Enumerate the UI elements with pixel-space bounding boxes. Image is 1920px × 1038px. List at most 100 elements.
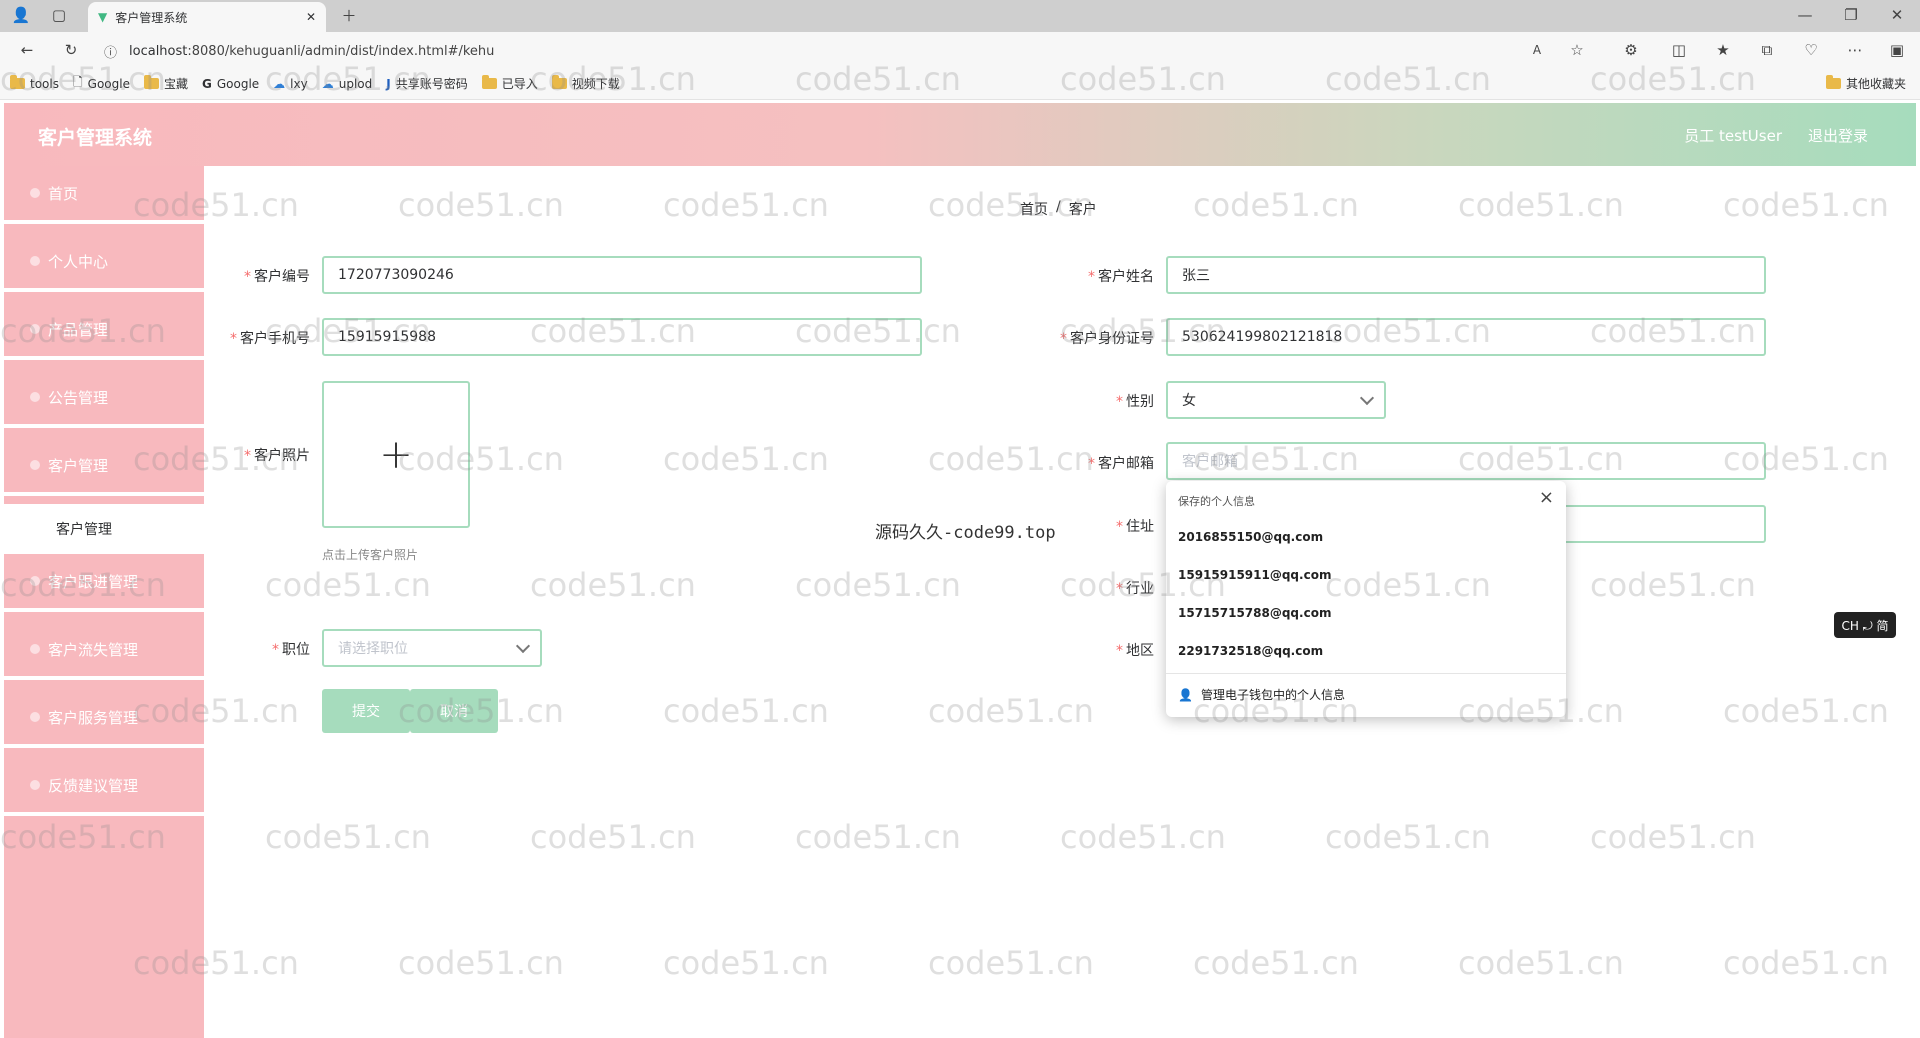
submit-button[interactable]: 提交	[322, 689, 410, 733]
sidebar-item-profile[interactable]: 个人中心	[4, 234, 204, 292]
watermark-text: code51.cn	[663, 440, 829, 478]
upload-tip: 点击上传客户照片	[322, 548, 419, 562]
tab-title: 客户管理系统	[115, 10, 188, 25]
close-tab-icon[interactable]: ✕	[306, 10, 316, 24]
watermark-text: code51.cn	[1325, 818, 1491, 856]
autofill-popup: 保存的个人信息 × 2016855150@qq.com 15915915911@…	[1166, 481, 1566, 717]
menu-icon	[30, 712, 40, 722]
overlay-watermark-text: 源码久久-code99.top	[875, 523, 1056, 543]
sidebar-item-notices[interactable]: 公告管理	[4, 370, 204, 428]
autofill-email-item[interactable]: 2291732518@qq.com	[1178, 644, 1323, 658]
submenu-customer-management[interactable]: 客户管理	[4, 504, 204, 554]
idcard-input[interactable]: 530624199802121818	[1166, 318, 1766, 356]
code-input[interactable]: 1720773090246	[322, 256, 922, 294]
current-user: 员工 testUser	[1684, 127, 1782, 145]
email-input[interactable]: 客户邮箱	[1166, 442, 1766, 480]
menu-icon	[30, 460, 40, 470]
autofill-email-item[interactable]: 15715715788@qq.com	[1178, 606, 1331, 620]
autofill-email-item[interactable]: 15915915911@qq.com	[1178, 568, 1331, 582]
folder-icon	[551, 75, 567, 89]
ime-indicator[interactable]: CH ⤾ 简	[1834, 612, 1896, 638]
watermark-text: code51.cn	[1458, 186, 1624, 224]
gender-select[interactable]: 女	[1166, 381, 1386, 419]
sidebar-item-churn[interactable]: 客户流失管理	[4, 622, 204, 680]
menu-icon	[30, 324, 40, 334]
browser-essentials-icon[interactable]: ♡	[1800, 39, 1822, 61]
back-icon[interactable]: ←	[16, 39, 38, 61]
plus-icon: +	[379, 431, 413, 478]
watermark-text: code51.cn	[265, 566, 431, 604]
close-icon[interactable]: ×	[1539, 487, 1554, 508]
watermark-text: code51.cn	[928, 692, 1094, 730]
manage-wallet-link[interactable]: 👤 管理电子钱包中的个人信息	[1178, 686, 1345, 703]
tab-actions-icon[interactable]: ▢	[48, 4, 70, 26]
menu-icon	[30, 392, 40, 402]
name-input[interactable]: 张三	[1166, 256, 1766, 294]
bookmark-tools[interactable]: tools	[10, 75, 59, 91]
photo-label: * 客户照片	[244, 448, 310, 464]
gender-label: * 性别	[1116, 394, 1154, 410]
watermark-text: code51.cn	[928, 944, 1094, 982]
cloud-icon: ☁	[273, 76, 286, 91]
minimize-icon[interactable]: —	[1794, 4, 1816, 26]
sidebar-item-products[interactable]: 产品管理	[4, 302, 204, 360]
photo-upload-box[interactable]: +	[322, 381, 470, 528]
logout-link[interactable]: 退出登录	[1808, 125, 1868, 146]
watermark-text: code51.cn	[398, 944, 564, 982]
bookmark-lxy[interactable]: ☁ lxy	[273, 77, 308, 91]
split-screen-icon[interactable]: ◫	[1668, 39, 1690, 61]
browser-tab[interactable]: ▼ 客户管理系统 ✕	[88, 2, 326, 32]
bookmark-uplod[interactable]: ☁ uplod	[322, 77, 373, 91]
bookmark-other-favorites[interactable]: 其他收藏夹	[1825, 75, 1906, 92]
sidebar-item-feedback[interactable]: 反馈建议管理	[4, 758, 204, 816]
reload-icon[interactable]: ↻	[60, 39, 82, 61]
close-window-icon[interactable]: ✕	[1886, 4, 1908, 26]
watermark-text: code51.cn	[1060, 818, 1226, 856]
menu-icon	[30, 188, 40, 198]
address-label: * 住址	[1116, 519, 1154, 535]
bookmark-video-download[interactable]: 视频下载	[551, 75, 620, 92]
watermark-text: code51.cn	[1590, 566, 1756, 604]
watermark-text: code51.cn	[530, 818, 696, 856]
chevron-down-icon	[515, 638, 531, 654]
favorites-icon[interactable]: ★	[1712, 39, 1734, 61]
collections-icon[interactable]: ⧉	[1756, 39, 1778, 61]
autofill-title: 保存的个人信息	[1178, 495, 1255, 508]
sidebar-item-followup[interactable]: 客户跟进管理	[4, 554, 204, 612]
restore-icon[interactable]: ❐	[1840, 4, 1862, 26]
url-field[interactable]: ⓘ localhost:8080/kehuguanli/admin/dist/i…	[104, 39, 1564, 63]
cloud-icon: ☁	[321, 76, 334, 91]
folder-icon	[481, 75, 497, 89]
bookmark-shared-accounts[interactable]: J 共享账号密码	[386, 75, 467, 92]
autofill-email-item[interactable]: 2016855150@qq.com	[1178, 530, 1323, 544]
page-icon: 🗋	[72, 75, 83, 89]
extensions-icon[interactable]: ⚙	[1620, 39, 1642, 61]
bookmark-google-page[interactable]: 🗋 Google	[73, 73, 130, 94]
more-menu-icon[interactable]: ⋯	[1844, 39, 1866, 61]
new-tab-icon[interactable]: ＋	[338, 4, 360, 26]
position-select[interactable]: 请选择职位	[322, 629, 542, 667]
watermark-text: code51.cn	[663, 944, 829, 982]
favorite-star-icon[interactable]: ☆	[1566, 39, 1588, 61]
watermark-text: code51.cn	[795, 818, 961, 856]
phone-input[interactable]: 15915915988	[322, 318, 922, 356]
sidebar-item-service[interactable]: 客户服务管理	[4, 690, 204, 748]
region-label: * 地区	[1116, 643, 1154, 659]
bookmark-google[interactable]: G Google	[202, 77, 259, 91]
sidebar-item-home[interactable]: 首页	[4, 166, 204, 224]
person-icon: 👤	[1178, 687, 1193, 702]
watermark-text: code51.cn	[1458, 944, 1624, 982]
sidebar-toggle-icon[interactable]: ▣	[1886, 39, 1908, 61]
url-path: :8080/kehuguanli/admin/dist/index.html#/…	[187, 43, 495, 59]
breadcrumb-home[interactable]: 首页	[1020, 199, 1048, 219]
watermark-text: code51.cn	[663, 186, 829, 224]
bookmark-imported[interactable]: 已导入	[481, 75, 538, 92]
menu-icon	[30, 780, 40, 790]
idcard-label: * 客户身份证号	[1060, 331, 1154, 347]
cancel-button[interactable]: 取消	[410, 689, 498, 733]
profile-icon[interactable]: 👤	[10, 4, 32, 26]
breadcrumb: 首页 / 客户	[1020, 199, 1097, 219]
sidebar-item-customers[interactable]: 客户管理	[4, 438, 204, 496]
site-info-icon[interactable]: ⓘ	[104, 42, 117, 61]
bookmark-treasure[interactable]: 宝藏	[143, 75, 188, 92]
